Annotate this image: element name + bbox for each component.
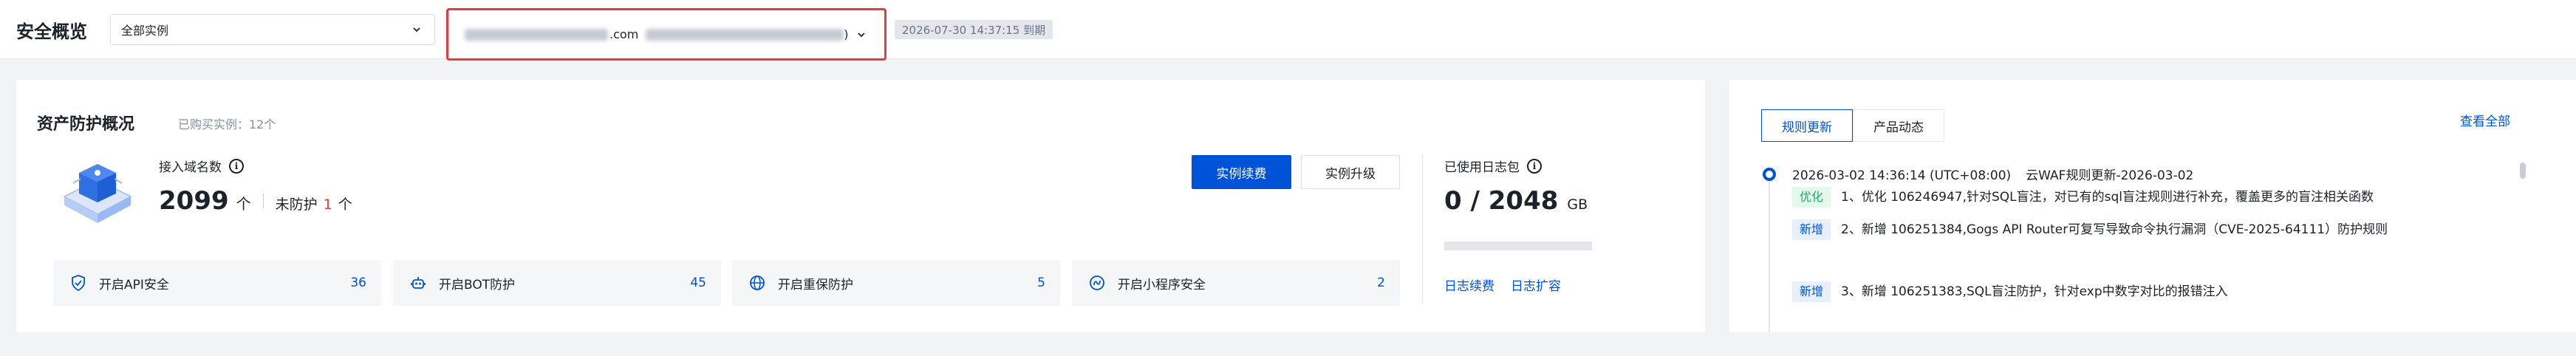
updates-tabs: 规则更新 产品动态 — [1761, 109, 1944, 142]
log-usage-metric: 0 / 2048 GB — [1444, 186, 1588, 216]
update-item-text: 1、优化 106246947,针对SQL盲注，对已有的sql盲注规则进行补充，覆… — [1841, 190, 2374, 205]
purchased-instances-text: 已购买实例：12个 — [178, 117, 276, 131]
domains-label: 接入域名数 — [159, 160, 222, 175]
robot-icon — [408, 273, 428, 293]
view-all-link[interactable]: 查看全部 — [2460, 111, 2510, 129]
updates-scrollbar[interactable] — [2520, 162, 2526, 179]
feature-label: 开启API安全 — [99, 277, 169, 292]
update-item: 新增 2、新增 106251384,Gogs API Router可复写导致命令… — [1792, 216, 2516, 244]
log-package-label: 已使用日志包 — [1444, 160, 1520, 175]
chevron-down-icon — [409, 22, 424, 37]
instance-select[interactable]: 全部实例 — [110, 14, 435, 45]
feature-count[interactable]: 45 — [690, 275, 706, 290]
unprotected-unit: 个 — [338, 196, 352, 213]
renew-instance-button[interactable]: 实例续费 — [1192, 155, 1291, 189]
timeline-dot-icon — [1763, 168, 1776, 181]
tab-rule-updates[interactable]: 规则更新 — [1761, 109, 1853, 142]
feature-label: 开启BOT防护 — [439, 277, 516, 292]
domain-tail: ) — [844, 27, 849, 41]
update-item-text: 2、新增 106251384,Gogs API Router可复写导致命令执行漏… — [1841, 222, 2388, 237]
update-time: 2026-03-02 14:36:14 (UTC+08:00) — [1792, 168, 2012, 183]
feature-key-protection[interactable]: 开启重保防护 5 — [732, 260, 1060, 306]
timeline-line — [1769, 181, 1770, 332]
feature-label: 开启小程序安全 — [1118, 277, 1206, 292]
mini-program-icon — [1087, 273, 1107, 293]
unprotected-label: 未防护 — [275, 196, 318, 213]
feature-count[interactable]: 5 — [1037, 275, 1045, 290]
feature-label: 开启重保防护 — [778, 277, 853, 292]
feature-count[interactable]: 36 — [350, 275, 366, 290]
domains-metric: 2099 个 未防护 1 个 — [159, 186, 352, 216]
domain-suffix: .com — [609, 27, 639, 41]
info-icon[interactable]: i — [1527, 158, 1542, 174]
tag-new-badge: 新增 — [1792, 281, 1831, 302]
domains-count: 2099 — [159, 186, 229, 216]
update-entry-header: 2026-03-02 14:36:14 (UTC+08:00) 云WAF规则更新-… — [1792, 165, 2193, 183]
log-expand-link[interactable]: 日志扩容 — [1511, 275, 1561, 294]
tab-product-news[interactable]: 产品动态 — [1853, 109, 1944, 142]
unprotected-count[interactable]: 1 — [324, 196, 332, 213]
shield-check-icon — [68, 273, 89, 293]
domain-select[interactable]: .com ) — [446, 8, 886, 61]
feature-mini-program-security[interactable]: 开启小程序安全 2 — [1072, 260, 1400, 306]
feature-bot-protection[interactable]: 开启BOT防护 45 — [393, 260, 721, 306]
log-section-divider — [1422, 155, 1423, 303]
domains-label-group: 接入域名数 i — [159, 157, 244, 175]
update-item: 优化 1、优化 106246947,针对SQL盲注，对已有的sql盲注规则进行补… — [1792, 183, 2516, 211]
log-usage-value: 0 / 2048 — [1444, 186, 1559, 216]
globe-icon — [747, 273, 768, 293]
log-usage-progress-bar — [1444, 242, 1592, 250]
chevron-down-icon — [855, 27, 868, 42]
info-icon[interactable]: i — [229, 158, 244, 174]
masked-domain-prefix — [465, 28, 609, 41]
asset-illustration-icon — [57, 151, 138, 225]
tag-optimize-badge: 优化 — [1792, 187, 1831, 208]
upgrade-instance-button[interactable]: 实例升级 — [1301, 155, 1400, 189]
domains-unit: 个 — [236, 195, 251, 213]
update-item-text: 3、新增 106251383,SQL盲注防护，针对exp中数字对比的报错注入 — [1841, 284, 2228, 299]
update-item: 新增 3、新增 106251383,SQL盲注防护，针对exp中数字对比的报错注… — [1792, 278, 2516, 306]
log-usage-unit: GB — [1567, 196, 1588, 213]
masked-domain-detail — [646, 28, 844, 41]
log-links: 日志续费 日志扩容 — [1444, 275, 1561, 294]
top-bar: 安全概览 全部实例 .com ) 2026-07-30 14:37:15 到期 — [0, 0, 2576, 61]
log-package-label-group: 已使用日志包 i — [1444, 157, 1542, 175]
tag-new-badge: 新增 — [1792, 219, 1831, 240]
feature-api-security[interactable]: 开启API安全 36 — [53, 260, 381, 306]
expiry-badge: 2026-07-30 14:37:15 到期 — [895, 20, 1053, 39]
feature-count[interactable]: 2 — [1377, 275, 1385, 290]
page-title: 安全概览 — [16, 21, 87, 42]
update-title: 云WAF规则更新-2026-03-02 — [2026, 168, 2194, 183]
metric-divider — [262, 194, 264, 208]
section-title: 资产防护概况 — [37, 115, 135, 134]
instance-select-value: 全部实例 — [121, 24, 169, 38]
log-renew-link[interactable]: 日志续费 — [1444, 275, 1494, 294]
